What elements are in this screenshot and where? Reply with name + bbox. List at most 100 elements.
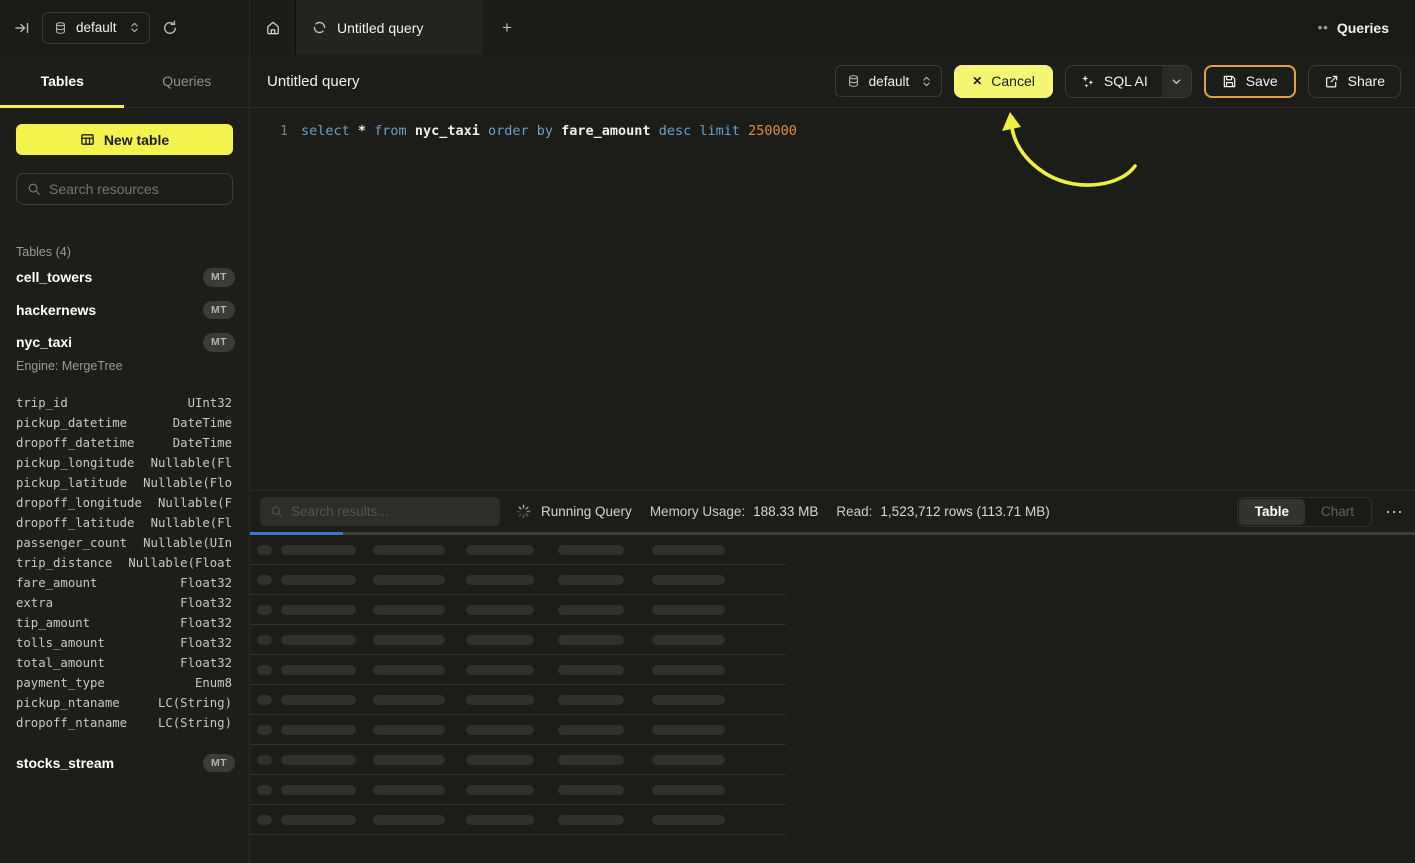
topbar-database-selector[interactable]: default — [42, 12, 150, 44]
skeleton-pill — [466, 665, 534, 675]
table-name: hackernews — [16, 302, 96, 318]
column-type: DateTime — [173, 416, 232, 430]
skeleton-pill — [373, 695, 445, 705]
sidebar-tab-queries[interactable]: Queries — [125, 55, 250, 107]
skeleton-pill — [558, 695, 624, 705]
skeleton-pill — [558, 575, 624, 585]
sql-editor[interactable]: 1 select * from nyc_taxi order by fare_a… — [250, 108, 1415, 490]
column-row[interactable]: tip_amount Float32 — [16, 613, 232, 633]
column-row[interactable]: pickup_datetime DateTime — [16, 413, 232, 433]
skeleton-pill — [652, 665, 725, 675]
sql-token: select — [301, 123, 358, 139]
column-row[interactable]: fare_amountFloat32 — [16, 573, 232, 593]
line-number: 1 — [266, 121, 288, 142]
toggle-table[interactable]: Table — [1239, 499, 1305, 525]
query-tab-label: Untitled query — [337, 20, 423, 36]
skeleton-pill — [558, 755, 624, 765]
column-name: pickup_longitude — [16, 456, 134, 470]
skeleton-pill — [281, 635, 356, 645]
tables-list: cell_towers MT hackernews MT nyc_taxi MT… — [0, 261, 249, 779]
cancel-button[interactable]: ✕ Cancel — [954, 65, 1053, 98]
column-type: Enum8 — [195, 676, 232, 690]
sql-ai-label: SQL AI — [1104, 73, 1148, 89]
skeleton-pill — [652, 575, 725, 585]
active-tab-indicator — [0, 105, 124, 108]
skeleton-pill — [257, 545, 272, 555]
column-name: dropoff_datetime — [16, 436, 134, 450]
skeleton-pill — [257, 695, 272, 705]
save-label: Save — [1246, 73, 1278, 89]
column-row[interactable]: dropoff_latitudeNullable(Fl — [16, 513, 232, 533]
column-row[interactable]: dropoff_longitudeNullable(F — [16, 493, 232, 513]
column-row[interactable]: passenger_countNullable(UIn — [16, 533, 232, 553]
skeleton-pill — [466, 785, 534, 795]
share-button[interactable]: Share — [1308, 65, 1401, 98]
skeleton-pill — [558, 605, 624, 615]
more-options-button[interactable]: ⋯ — [1385, 503, 1403, 521]
column-row[interactable]: dropoff_datetimeDateTime — [16, 433, 232, 453]
column-type: Float32 — [180, 616, 232, 630]
refresh-icon[interactable] — [162, 20, 178, 36]
column-row[interactable]: tolls_amountFloat32 — [16, 633, 232, 653]
search-icon — [270, 505, 283, 518]
column-name: pickup_datetime — [16, 416, 127, 430]
column-row[interactable]: trip_idUInt32 — [16, 393, 232, 413]
column-type: Float32 — [180, 576, 232, 590]
skeleton-pill — [652, 725, 725, 735]
skeleton-pill — [652, 695, 725, 705]
new-tab-button[interactable]: + — [482, 0, 532, 55]
toggle-chart[interactable]: Chart — [1305, 499, 1370, 525]
new-table-button[interactable]: New table — [16, 124, 233, 155]
table-row-hackernews[interactable]: hackernews MT — [0, 294, 249, 327]
home-tab[interactable] — [250, 0, 296, 55]
skeleton-row — [250, 775, 786, 805]
skeleton-pill — [281, 785, 356, 795]
table-icon — [80, 132, 95, 147]
column-type: Float32 — [180, 656, 232, 670]
table-row-cell-towers[interactable]: cell_towers MT — [0, 261, 249, 294]
sql-token: order — [488, 123, 537, 139]
skeleton-pill — [257, 725, 272, 735]
collapse-sidebar-icon[interactable] — [14, 20, 30, 36]
column-row[interactable]: pickup_ntanameLC(String) — [16, 693, 232, 713]
nyc-taxi-engine: Engine: MergeTree — [0, 359, 249, 381]
results-search-input[interactable] — [291, 504, 490, 519]
column-row[interactable]: trip_distanceNullable(Float — [16, 553, 232, 573]
column-row[interactable]: pickup_longitudeNullable(Fl — [16, 453, 232, 473]
column-name: tip_amount — [16, 616, 90, 630]
sql-token: 250000 — [748, 123, 797, 139]
sql-ai-dropdown[interactable] — [1162, 66, 1191, 97]
sidebar-search — [16, 173, 233, 205]
skeleton-row — [250, 685, 786, 715]
column-row[interactable]: extraFloat32 — [16, 593, 232, 613]
sidebar-search-input[interactable] — [49, 181, 230, 197]
column-name: tolls_amount — [16, 636, 105, 650]
memory-usage-value: 188.33 MB — [753, 504, 818, 519]
sql-ai-button[interactable]: SQL AI — [1066, 66, 1162, 97]
engine-badge: MT — [203, 333, 235, 352]
column-name: dropoff_latitude — [16, 516, 134, 530]
table-name: cell_towers — [16, 269, 92, 285]
skeleton-row — [250, 565, 786, 595]
skeleton-pill — [466, 815, 534, 825]
skeleton-pill — [466, 635, 534, 645]
table-row-nyc-taxi[interactable]: nyc_taxi MT — [0, 326, 249, 359]
query-tab-active[interactable]: Untitled query — [296, 0, 482, 55]
topbar-right: •• Queries — [532, 0, 1415, 55]
table-row-stocks-stream[interactable]: stocks_stream MT — [0, 747, 249, 780]
skeleton-pill — [257, 575, 272, 585]
skeleton-pill — [373, 815, 445, 825]
skeleton-pill — [652, 545, 725, 555]
sidebar-tab-queries-label: Queries — [162, 73, 211, 89]
save-button[interactable]: Save — [1204, 65, 1296, 98]
database-icon — [847, 74, 860, 88]
column-row[interactable]: total_amountFloat32 — [16, 653, 232, 673]
sidebar-tab-tables[interactable]: Tables — [0, 55, 125, 107]
close-icon: ✕ — [972, 74, 982, 88]
column-row[interactable]: payment_typeEnum8 — [16, 673, 232, 693]
queries-shortcut[interactable]: •• Queries — [1318, 20, 1389, 36]
query-database-selector[interactable]: default — [835, 65, 943, 97]
column-row[interactable]: pickup_latitudeNullable(Flo — [16, 473, 232, 493]
share-label: Share — [1348, 73, 1385, 89]
column-row[interactable]: dropoff_ntanameLC(String) — [16, 713, 232, 733]
